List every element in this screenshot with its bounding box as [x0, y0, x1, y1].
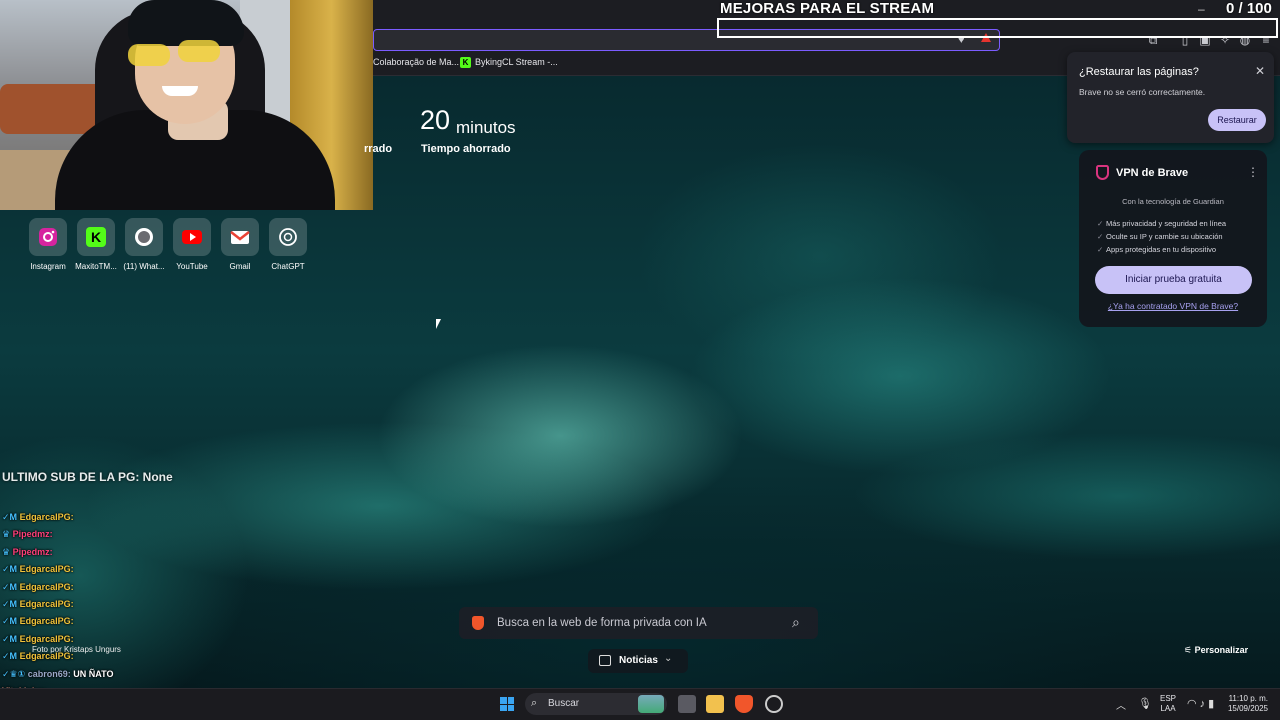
top-site-whatsapp[interactable]: (11) What...	[120, 218, 168, 271]
stream-goal-title: MEJORAS PARA EL STREAM	[720, 0, 935, 17]
clock[interactable]: 11:10 p. m. 15/09/2025	[1222, 694, 1268, 714]
top-site-youtube[interactable]: YouTube	[168, 218, 216, 271]
chat-message: ✓♛① cabron69: UN ÑATO	[2, 669, 113, 680]
top-site-gmail[interactable]: Gmail	[216, 218, 264, 271]
search-highlight-image	[638, 695, 664, 713]
chat-message: ♛ Pipedmz:	[2, 529, 53, 540]
brave-browser-icon[interactable]	[735, 695, 753, 713]
chat-username: Pipedmz:	[12, 529, 53, 540]
sliders-icon: ⚟	[1184, 645, 1195, 655]
language-indicator[interactable]: ESP LAA	[1160, 694, 1176, 714]
chat-message: ✓M EdgarcalPG:	[2, 582, 74, 593]
chat-username: EdgarcalPG:	[19, 633, 74, 644]
news-button[interactable]: Noticias ⌄	[588, 649, 688, 673]
chat-badges: ✓M	[2, 581, 18, 592]
chat-message: ♛ Pipedmz:	[2, 547, 53, 558]
chat-badges: ♛	[2, 546, 11, 557]
chat-badges: ✓M	[2, 564, 18, 575]
chat-message: ✓M EdgarcalPG:	[2, 564, 74, 575]
chat-badges: ✓M	[2, 633, 18, 644]
time-saved-label: Tiempo ahorrado	[421, 143, 511, 155]
brave-vpn-card: VPN de Brave ⋮ Con la tecnología de Guar…	[1079, 150, 1267, 327]
chevron-up-icon[interactable]: ︿	[1116, 697, 1126, 712]
kick-icon: K	[460, 57, 471, 68]
restore-pages-popup: ¿Restaurar las páginas? Brave no se cerr…	[1067, 52, 1274, 143]
chat-message: ✓M EdgarcalPG:	[2, 512, 74, 523]
chat-username: EdgarcalPG:	[19, 564, 74, 575]
chat-username: EdgarcalPG:	[19, 616, 74, 627]
vpn-powered-by: Con la tecnología de Guardian	[1122, 197, 1224, 206]
search-icon[interactable]: ⌕	[792, 614, 800, 631]
chat-badges: ♛	[2, 529, 11, 540]
time-saved-value: 20	[420, 105, 451, 135]
taskbar-search-label: Buscar	[548, 698, 580, 709]
gmail-icon	[230, 231, 250, 244]
check-icon: ✓	[1097, 245, 1104, 254]
bookmark-item[interactable]: BykingCL Stream -...	[475, 57, 558, 67]
stream-goal-bar	[717, 18, 1278, 38]
brave-logo-icon	[472, 616, 484, 630]
start-free-trial-button[interactable]: Iniciar prueba gratuita	[1095, 266, 1252, 294]
top-site-kick[interactable]: K MaxitoTM...	[72, 218, 120, 271]
chat-message: ✓M EdgarcalPG:	[2, 616, 74, 627]
vpn-title: VPN de Brave	[1116, 167, 1189, 179]
file-explorer-icon[interactable]	[706, 695, 724, 713]
windows-start-icon[interactable]	[500, 697, 514, 711]
already-subscribed-link[interactable]: ¿Ya ha contratado VPN de Brave?	[1079, 301, 1267, 311]
restore-message: Brave no se cerró correctamente.	[1079, 87, 1206, 97]
svg-text:K: K	[91, 229, 101, 245]
vpn-feature: ✓ Más privacidad y seguridad en línea	[1097, 219, 1227, 228]
chat-badges: ✓M	[2, 651, 18, 662]
vpn-feature: ✓ Apps protegidas en tu dispositivo	[1097, 245, 1217, 254]
network-volume-icons[interactable]: ◠♪▮	[1187, 697, 1217, 710]
restore-button[interactable]: Restaurar	[1208, 109, 1266, 131]
search-icon: ⌕	[531, 697, 538, 709]
chat-username: EdgarcalPG:	[19, 512, 74, 522]
close-icon[interactable]: ✕	[1255, 64, 1265, 78]
app-icon[interactable]	[765, 695, 783, 713]
bookmark-item[interactable]: Colaboração de Ma...	[373, 57, 459, 67]
stat-label-partial: rrado	[364, 143, 393, 155]
chat-username: cabron69:	[27, 668, 71, 679]
chat-badges: ✓M	[2, 512, 18, 522]
more-options-icon[interactable]: ⋮	[1247, 165, 1259, 179]
search-placeholder: Busca en la web de forma privada con IA	[497, 617, 707, 629]
last-sub-label: ULTIMO SUB DE LA PG: None	[2, 470, 173, 484]
chevron-down-icon: ⌄	[664, 653, 673, 664]
minimize-icon[interactable]: –	[1198, 2, 1205, 16]
chatgpt-icon	[279, 228, 297, 246]
chat-username: Pipedmz:	[12, 546, 53, 557]
chat-username: EdgarcalPG:	[19, 581, 74, 592]
chat-badges: ✓M	[2, 599, 18, 609]
chat-message: ✓M EdgarcalPG:	[2, 599, 74, 610]
webcam-feed	[0, 0, 373, 210]
chat-message: ✓M EdgarcalPG:	[2, 634, 74, 645]
chat-message: ✓M EdgarcalPG:	[2, 651, 74, 662]
chat-text: UN ÑATO	[73, 668, 114, 679]
vpn-feature: ✓ Oculte su IP y cambie su ubicación	[1097, 232, 1223, 241]
top-site-chatgpt[interactable]: ChatGPT	[264, 218, 312, 271]
vpn-shield-icon	[1096, 165, 1109, 180]
check-icon: ✓	[1097, 232, 1104, 241]
check-icon: ✓	[1097, 219, 1104, 228]
microphone-icon[interactable]: 🎙	[1138, 697, 1152, 710]
instagram-icon	[39, 228, 57, 246]
private-search-box[interactable]: Busca en la web de forma privada con IA …	[459, 607, 818, 639]
restore-title: ¿Restaurar las páginas?	[1079, 66, 1199, 78]
whatsapp-icon	[135, 228, 153, 246]
mouse-cursor	[436, 319, 441, 329]
youtube-icon	[182, 230, 202, 244]
news-label: Noticias	[619, 655, 658, 666]
chat-badges: ✓M	[2, 616, 18, 627]
chat-badges: ✓♛①	[2, 668, 26, 679]
news-icon	[599, 655, 611, 666]
stream-goal-counter: 0 / 100	[1226, 0, 1272, 17]
top-site-instagram[interactable]: Instagram	[24, 218, 72, 271]
kick-icon: K	[86, 227, 106, 247]
task-view-icon[interactable]	[678, 695, 696, 713]
chat-username: EdgarcalPG:	[19, 651, 74, 662]
time-saved-unit: minutos	[456, 118, 516, 137]
chat-username: EdgarcalPG:	[19, 599, 74, 609]
customize-button[interactable]: ⚟ Personalizar	[1184, 645, 1248, 656]
